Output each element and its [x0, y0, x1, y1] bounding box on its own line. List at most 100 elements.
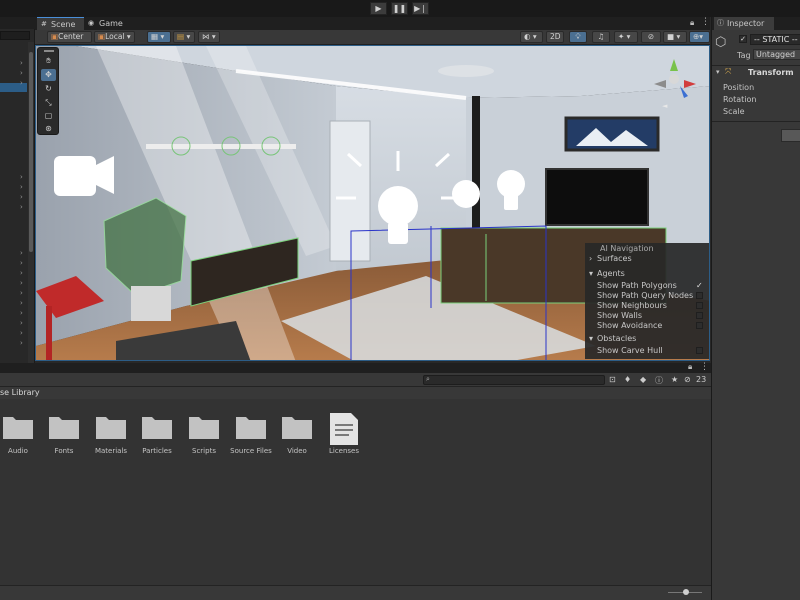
more-options-icon[interactable]: ⋮	[700, 362, 709, 372]
folder-item[interactable]: Particles	[134, 411, 180, 455]
transform-icon: ⤧	[725, 67, 732, 76]
space-local-dropdown[interactable]: ▣Local ▾	[94, 31, 135, 43]
expand-arrow-icon[interactable]: ›	[20, 269, 23, 277]
hand-tool[interactable]: ✋︎	[41, 55, 56, 67]
expand-arrow-icon[interactable]: ›	[20, 319, 23, 327]
folder-item[interactable]: Source Files	[228, 411, 274, 455]
rotate-tool[interactable]: ↻	[41, 83, 56, 95]
transform-tool[interactable]: ⊛	[41, 123, 56, 135]
tab-game[interactable]: ◉ Game	[85, 17, 130, 30]
lock-icon[interactable]: 🔒︎	[688, 362, 692, 372]
expand-arrow-icon[interactable]: ›	[20, 69, 23, 77]
info-icon[interactable]: ⓘ	[655, 375, 663, 386]
expand-arrow-icon[interactable]: ›	[20, 289, 23, 297]
expand-arrow-icon[interactable]: ›	[20, 59, 23, 67]
expand-arrow-icon[interactable]: ›	[20, 193, 23, 201]
step-button[interactable]: ▶❘	[412, 2, 429, 15]
folder-item[interactable]: Fonts	[41, 411, 87, 455]
wall-shelf	[146, 144, 296, 149]
active-checkbox[interactable]: ✓	[739, 35, 747, 43]
surfaces-foldout[interactable]: Surfaces	[597, 254, 632, 263]
object-name-field[interactable]: -- STATIC --	[750, 34, 800, 45]
expand-arrow-icon[interactable]: ›	[20, 183, 23, 191]
snap-settings-icon: ⋈	[202, 32, 210, 41]
expand-arrow-icon[interactable]: ›	[20, 309, 23, 317]
collapse-arrow-icon[interactable]: ›	[589, 254, 592, 263]
pause-button[interactable]: ❚❚	[391, 2, 408, 15]
play-button[interactable]: ▶	[370, 2, 387, 15]
hierarchy-search-input[interactable]	[0, 31, 30, 40]
breadcrumb-item[interactable]: se Library	[0, 388, 40, 397]
move-tool[interactable]: ✥	[41, 69, 56, 81]
television	[545, 168, 649, 226]
view-options-button[interactable]: ⋈ ▾	[198, 31, 220, 43]
door	[329, 120, 371, 262]
show-path-query-nodes-checkbox[interactable]	[696, 292, 703, 299]
expand-arrow-icon[interactable]: ›	[20, 339, 23, 347]
label-tag-icon[interactable]: ◆	[640, 375, 646, 384]
folder-item[interactable]: Scripts	[181, 411, 227, 455]
tag-dropdown[interactable]: Untagged	[753, 49, 800, 60]
icon-size-slider-handle[interactable]	[683, 589, 689, 595]
expand-arrow-icon[interactable]: ›	[20, 79, 23, 87]
toggle-audio-button[interactable]: ♫	[592, 31, 610, 43]
folder-item[interactable]: Video	[274, 411, 320, 455]
tab-scene[interactable]: # Scene	[37, 17, 84, 30]
expand-arrow-icon[interactable]: ›	[20, 173, 23, 181]
scene-tab-strip: # Scene ◉ Game 🔒︎ ⋮	[35, 17, 710, 30]
rect-tool[interactable]: ▢	[41, 110, 56, 122]
lock-icon[interactable]: 🔒︎	[690, 18, 694, 28]
palette-handle[interactable]	[44, 50, 54, 52]
eye-slash-icon: ⊘	[647, 32, 655, 41]
show-walls-checkbox[interactable]	[696, 312, 703, 319]
hidden-packages-icon[interactable]: ⊘	[684, 375, 691, 384]
expand-arrow-icon[interactable]: ›	[20, 329, 23, 337]
agent-option-label: Show Path Polygons	[597, 281, 677, 290]
transform-component-header[interactable]: Transform	[748, 68, 794, 77]
rect-transform-icon: ▢	[44, 111, 53, 120]
expand-arrow-icon[interactable]: ›	[20, 203, 23, 211]
camera-dropdown[interactable]: ■ ▾	[663, 31, 687, 43]
expand-arrow-icon[interactable]: ›	[20, 259, 23, 267]
grid-snapping-button[interactable]: ▦ ▾	[147, 31, 171, 43]
expand-arrow-icon[interactable]: ›	[20, 249, 23, 257]
search-by-label-icon[interactable]: ♦	[624, 375, 631, 384]
hidden-objects-button[interactable]: ⊘	[641, 31, 661, 43]
tab-inspector[interactable]: ⓘ Inspector	[714, 17, 774, 30]
scale-tool[interactable]: ⤡	[41, 97, 56, 109]
favorite-star-icon[interactable]: ★	[671, 375, 678, 384]
info-icon: ⓘ	[717, 19, 724, 27]
toggle-2d-button[interactable]: 2D	[546, 31, 564, 43]
project-tab-strip: 🔒︎ ⋮	[0, 362, 711, 373]
divider	[712, 121, 800, 122]
file-item[interactable]: Licenses	[321, 411, 367, 455]
show-path-polygons-checkbox[interactable]: ✓	[696, 281, 703, 290]
show-carve-hull-checkbox[interactable]	[696, 347, 703, 354]
pivot-center-dropdown[interactable]: ▣Center ▾	[47, 31, 92, 51]
more-options-icon[interactable]: ⋮	[701, 17, 710, 27]
expand-arrow-icon[interactable]: ›	[20, 299, 23, 307]
increment-snap-button[interactable]: ▤ ▾	[173, 31, 195, 43]
show-neighbours-checkbox[interactable]	[696, 302, 703, 309]
effects-dropdown[interactable]: ✦ ▾	[614, 31, 638, 43]
folder-item[interactable]: Materials	[88, 411, 134, 455]
collapse-arrow-icon[interactable]: ▾	[716, 68, 720, 76]
show-avoidance-checkbox[interactable]	[696, 322, 703, 329]
scrollbar-thumb[interactable]	[29, 52, 33, 252]
hierarchy-scrollbar[interactable]	[28, 42, 34, 367]
gizmos-dropdown[interactable]: ⊕▾	[689, 31, 710, 43]
agents-foldout[interactable]: Agents	[597, 269, 625, 278]
expand-arrow-icon[interactable]: ▾	[589, 269, 593, 278]
expand-arrow-icon[interactable]: ›	[20, 279, 23, 287]
search-by-type-icon[interactable]: ⊡	[609, 375, 616, 384]
folder-item[interactable]: Audio	[0, 411, 41, 455]
snap-icon: ▤	[177, 32, 185, 41]
toggle-lighting-button[interactable]: 💡︎	[569, 31, 587, 43]
project-search-input[interactable]: ⌕	[423, 375, 605, 385]
add-component-button[interactable]	[781, 129, 800, 142]
obstacles-foldout[interactable]: Obstacles	[597, 334, 636, 343]
checkmark-icon: ✓	[696, 281, 703, 290]
draw-mode-dropdown[interactable]: ◐ ▾	[520, 31, 543, 43]
audio-icon: ♫	[597, 32, 605, 41]
expand-arrow-icon[interactable]: ▾	[589, 334, 593, 343]
